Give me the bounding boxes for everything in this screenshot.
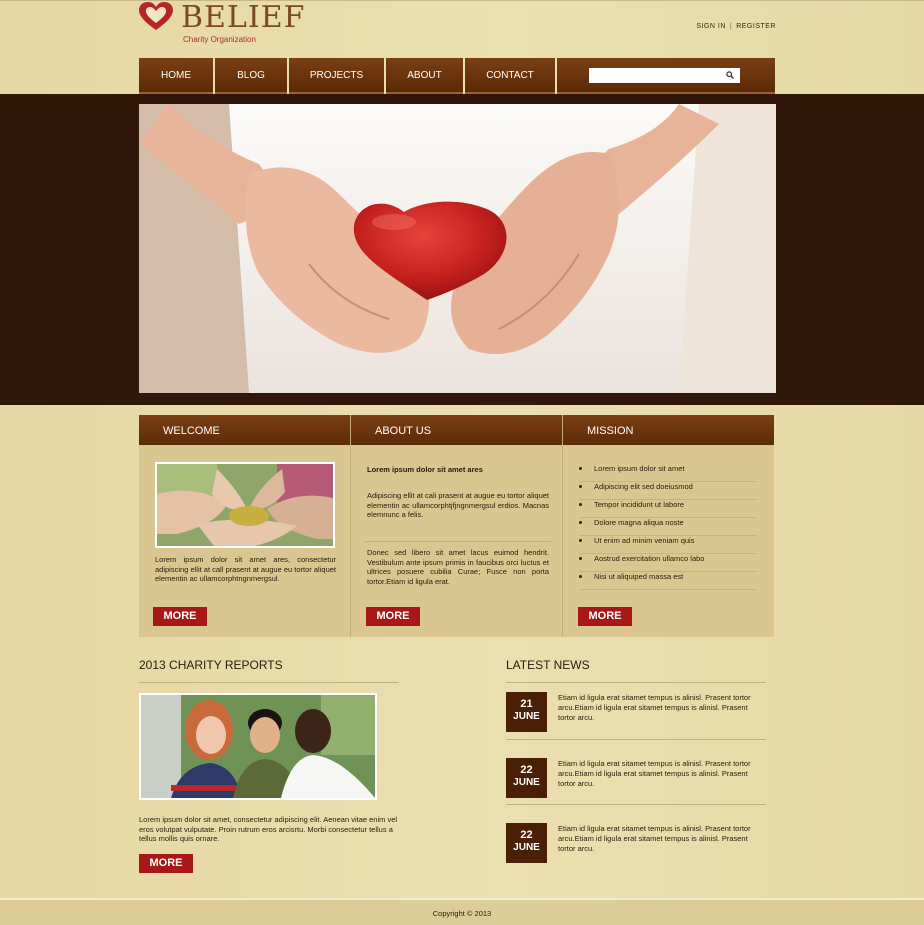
mission-item[interactable]: Lorem ipsum dolor sit amet — [579, 464, 757, 482]
mission-title: MISSION — [563, 415, 774, 445]
about-text-2: Donec sed libero sit amet lacus euimod h… — [367, 548, 549, 586]
welcome-text: Lorem ipsum dolor sit amet ares, consect… — [155, 555, 336, 583]
reports-image — [139, 693, 377, 800]
about-divider — [365, 541, 551, 542]
reports-divider — [139, 682, 399, 683]
sign-in-link[interactable]: SIGN IN — [696, 23, 726, 30]
reports-text: Lorem ipsum dolor sit amet, consectetur … — [139, 815, 398, 843]
nav-blog[interactable]: BLOG — [215, 58, 287, 94]
news-item[interactable]: 22 JUNE Etiam id ligula erat sitamet tem… — [506, 823, 766, 883]
news-month: JUNE — [513, 711, 540, 722]
news-day: 22 — [520, 764, 533, 776]
welcome-title: WELCOME — [139, 415, 350, 445]
news-text: Etiam id ligula erat sitamet tempus is a… — [558, 824, 751, 853]
mission-item[interactable]: Tempor incididunt ut labore — [579, 500, 757, 518]
news-month: JUNE — [513, 842, 540, 853]
nav-home[interactable]: HOME — [139, 58, 213, 94]
feature-columns: WELCOME Lorem ipsum dolor sit amet ares,… — [139, 415, 774, 637]
nav-projects[interactable]: PROJECTS — [289, 58, 384, 94]
search-icon[interactable] — [726, 71, 734, 79]
news-separator — [506, 739, 766, 740]
register-link[interactable]: REGISTER — [736, 23, 776, 30]
welcome-column: WELCOME Lorem ipsum dolor sit amet ares,… — [139, 415, 351, 637]
about-more-button[interactable]: MORE — [366, 607, 420, 626]
welcome-more-button[interactable]: MORE — [153, 607, 207, 626]
news-separator — [506, 804, 766, 805]
mission-list: Lorem ipsum dolor sit amet Adipiscing el… — [579, 464, 757, 590]
news-item[interactable]: 21 JUNE Etiam id ligula erat sitamet tem… — [506, 692, 766, 752]
news-date: 21 JUNE — [506, 692, 547, 732]
reports-title: 2013 CHARITY REPORTS — [139, 658, 283, 672]
mission-more-button[interactable]: MORE — [578, 607, 632, 626]
news-divider — [506, 682, 766, 683]
heart-logo-icon — [139, 2, 173, 30]
about-column: ABOUT US Lorem ipsum dolor sit amet ares… — [351, 415, 563, 637]
news-text: Etiam id ligula erat sitamet tempus is a… — [558, 693, 751, 722]
news-text: Etiam id ligula erat sitamet tempus is a… — [558, 759, 751, 788]
mission-column: MISSION Lorem ipsum dolor sit amet Adipi… — [563, 415, 774, 637]
mission-item[interactable]: Nisi ut aliquiped massa est — [579, 572, 757, 590]
news-month: JUNE — [513, 777, 540, 788]
search-input[interactable] — [589, 68, 740, 83]
hero-image — [139, 104, 776, 393]
top-border — [0, 0, 924, 1]
nav-about[interactable]: ABOUT — [386, 58, 463, 94]
about-title: ABOUT US — [351, 415, 562, 445]
news-item[interactable]: 22 JUNE Etiam id ligula erat sitamet tem… — [506, 758, 766, 818]
about-heading: Lorem ipsum dolor sit amet ares — [367, 465, 483, 474]
news-day: 21 — [520, 698, 533, 710]
reports-more-button[interactable]: MORE — [139, 854, 193, 873]
about-text-1: Adipiscing ellit at cali prasent at augu… — [367, 491, 549, 519]
nav-contact[interactable]: CONTACT — [465, 58, 555, 94]
copyright-text: Copyright © 2013 — [432, 909, 492, 918]
mission-item[interactable]: Adipiscing elit sed doeiusmod — [579, 482, 757, 500]
main-nav: HOME BLOG PROJECTS ABOUT CONTACT — [139, 58, 775, 94]
mission-item[interactable]: Ut enim ad minim veniam quis — [579, 536, 757, 554]
news-title: LATEST NEWS — [506, 658, 590, 672]
news-date: 22 JUNE — [506, 823, 547, 863]
welcome-image — [155, 462, 335, 548]
logo[interactable]: BELIEF Charity Organization — [139, 2, 305, 48]
news-date: 22 JUNE — [506, 758, 547, 798]
news-day: 22 — [520, 829, 533, 841]
mission-item[interactable]: Aostrud exercitation ullamco labo — [579, 554, 757, 572]
brand-name: BELIEF — [181, 0, 306, 35]
hands-heart-illustration — [139, 104, 776, 393]
auth-links: SIGN IN | REGISTER — [696, 23, 776, 30]
mission-item[interactable]: Dolore magna aliqua noste — [579, 518, 757, 536]
search-area — [557, 58, 775, 94]
footer: Copyright © 2013 — [0, 900, 924, 925]
brand-tagline: Charity Organization — [183, 35, 256, 44]
auth-separator: | — [729, 23, 733, 30]
